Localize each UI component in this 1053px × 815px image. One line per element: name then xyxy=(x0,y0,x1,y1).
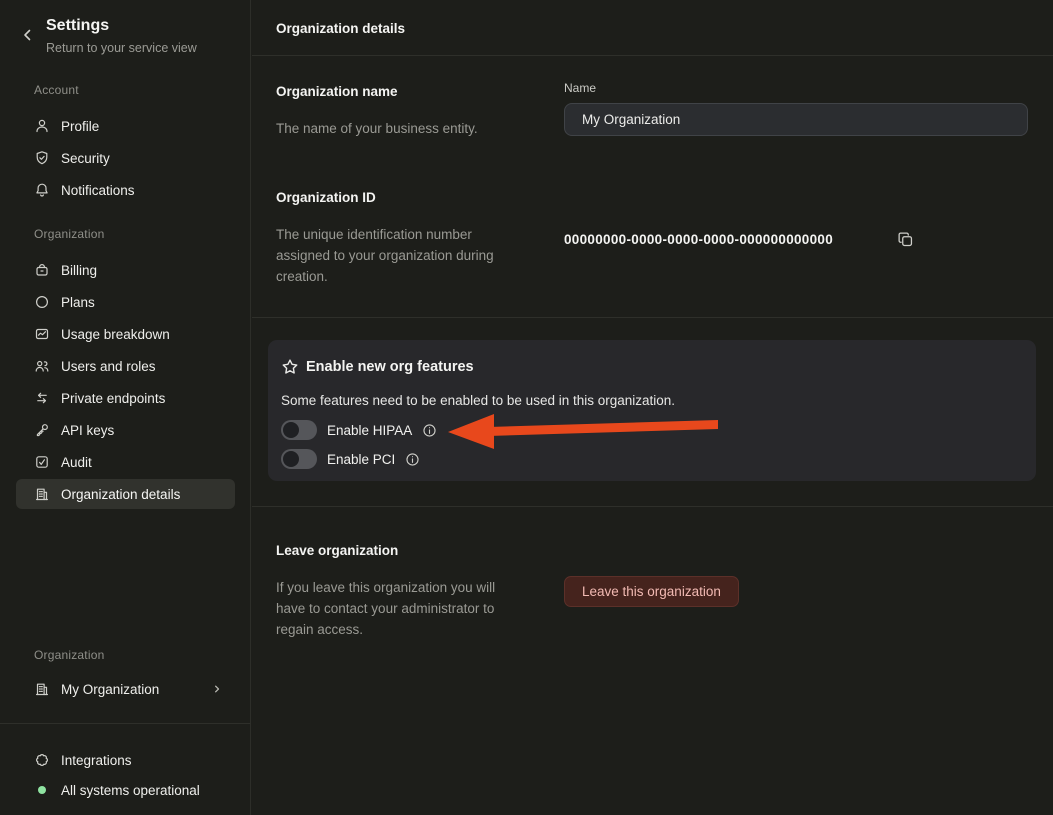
sidebar-item-label: Audit xyxy=(61,455,92,470)
copy-button[interactable] xyxy=(897,231,914,248)
sidebar-item-label: API keys xyxy=(61,423,114,438)
sidebar-item-label: Notifications xyxy=(61,183,135,198)
divider xyxy=(252,317,1053,318)
org-name-input[interactable] xyxy=(564,103,1028,136)
org-id-value: 00000000-0000-0000-0000-000000000000 xyxy=(564,232,833,247)
usage-chart-icon xyxy=(34,326,50,342)
enable-hipaa-toggle[interactable] xyxy=(281,420,317,440)
status-dot-icon xyxy=(38,786,46,794)
integrations-label: Integrations xyxy=(61,753,132,768)
section-label-organization: Organization xyxy=(34,227,104,241)
features-card-title: Enable new org features xyxy=(306,359,474,376)
section-label-organization-switcher: Organization xyxy=(34,648,104,662)
key-icon xyxy=(34,422,50,438)
swap-arrows-icon xyxy=(34,390,50,406)
toggle-label: Enable HIPAA xyxy=(327,423,412,438)
sidebar-item-organization-details[interactable]: Organization details xyxy=(16,479,235,509)
sidebar-item-billing[interactable]: Billing xyxy=(16,255,235,285)
hipaa-toggle-row: Enable HIPAA xyxy=(281,420,437,440)
features-card-description: Some features need to be enabled to be u… xyxy=(281,390,675,411)
sidebar-subtitle[interactable]: Return to your service view xyxy=(46,41,197,55)
chevron-left-icon xyxy=(20,27,36,43)
sidebar-item-users-and-roles[interactable]: Users and roles xyxy=(16,351,235,381)
star-icon xyxy=(281,358,299,376)
sidebar-item-api-keys[interactable]: API keys xyxy=(16,415,235,445)
bell-icon xyxy=(34,182,50,198)
audit-icon xyxy=(34,454,50,470)
sidebar-item-label: Plans xyxy=(61,295,95,310)
org-id-description: The unique identification number assigne… xyxy=(276,224,521,287)
pci-toggle-row: Enable PCI xyxy=(281,449,420,469)
copy-icon xyxy=(897,231,914,248)
sidebar-item-private-endpoints[interactable]: Private endpoints xyxy=(16,383,235,413)
org-switcher[interactable]: My Organization xyxy=(16,674,235,704)
toggle-knob xyxy=(283,422,299,438)
sidebar-item-notifications[interactable]: Notifications xyxy=(16,175,235,205)
enable-features-card: Enable new org features Some features ne… xyxy=(268,340,1036,481)
divider xyxy=(0,723,251,724)
leave-org-heading: Leave organization xyxy=(276,542,398,559)
user-icon xyxy=(34,118,50,134)
sidebar-item-label: Organization details xyxy=(61,487,180,502)
info-icon[interactable] xyxy=(405,452,420,467)
chevron-right-icon xyxy=(211,683,223,695)
sidebar-item-plans[interactable]: Plans xyxy=(16,287,235,317)
building-icon xyxy=(34,486,50,502)
sidebar-item-integrations[interactable]: Integrations xyxy=(16,745,235,775)
sidebar-item-label: Usage breakdown xyxy=(61,327,170,342)
divider xyxy=(252,55,1053,56)
leave-organization-button[interactable]: Leave this organization xyxy=(564,576,739,607)
flower-icon xyxy=(34,752,50,768)
org-name-heading: Organization name xyxy=(276,83,398,100)
org-id-heading: Organization ID xyxy=(276,189,376,206)
enable-pci-toggle[interactable] xyxy=(281,449,317,469)
sidebar-item-security[interactable]: Security xyxy=(16,143,235,173)
sidebar-item-label: Profile xyxy=(61,119,99,134)
section-label-account: Account xyxy=(34,83,79,97)
sidebar-item-label: Billing xyxy=(61,263,97,278)
back-button[interactable] xyxy=(20,27,38,45)
sidebar-item-audit[interactable]: Audit xyxy=(16,447,235,477)
wallet-icon xyxy=(34,262,50,278)
system-status-link[interactable]: All systems operational xyxy=(16,775,235,805)
sidebar-title[interactable]: Settings xyxy=(46,17,109,35)
leave-org-description: If you leave this organization you will … xyxy=(276,577,521,640)
building-icon xyxy=(34,681,50,697)
settings-sidebar: Settings Return to your service view Acc… xyxy=(0,0,251,815)
sidebar-item-profile[interactable]: Profile xyxy=(16,111,235,141)
name-field-label: Name xyxy=(564,81,596,95)
circle-icon xyxy=(34,294,50,310)
org-name-description: The name of your business entity. xyxy=(276,118,524,139)
info-icon[interactable] xyxy=(422,423,437,438)
sidebar-item-label: Users and roles xyxy=(61,359,156,374)
toggle-knob xyxy=(283,451,299,467)
users-icon xyxy=(34,358,50,374)
sidebar-item-label: Security xyxy=(61,151,110,166)
divider xyxy=(252,506,1053,507)
sidebar-item-label: Private endpoints xyxy=(61,391,165,406)
org-switcher-label: My Organization xyxy=(61,682,159,697)
status-label: All systems operational xyxy=(61,783,200,798)
toggle-label: Enable PCI xyxy=(327,452,395,467)
page-title: Organization details xyxy=(276,20,405,37)
sidebar-item-usage-breakdown[interactable]: Usage breakdown xyxy=(16,319,235,349)
shield-check-icon xyxy=(34,150,50,166)
